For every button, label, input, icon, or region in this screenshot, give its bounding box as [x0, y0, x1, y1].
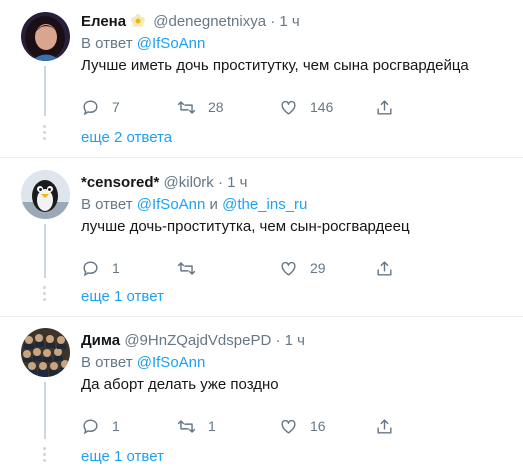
- reply-count: 1: [112, 260, 120, 276]
- reply-icon: [83, 99, 98, 115]
- display-name[interactable]: *censored*: [81, 174, 159, 191]
- separator-dot: ·: [275, 332, 281, 349]
- like-count: 29: [310, 260, 326, 276]
- tweet-card[interactable]: Елена @denegnetnixya · 1 ч В ответ @IfSo…: [0, 0, 523, 157]
- reply-prefix: В ответ: [81, 196, 133, 213]
- like-icon: [281, 419, 296, 434]
- thread-dots: [43, 125, 47, 143]
- like-button[interactable]: 16: [279, 416, 326, 436]
- reply-icon: [83, 418, 98, 434]
- reply-button[interactable]: 1: [81, 258, 120, 278]
- like-button[interactable]: 29: [279, 258, 326, 278]
- user-handle[interactable]: @9HnZQajdVdspePD: [124, 332, 271, 349]
- show-more-replies-link[interactable]: еще 1 ответ: [81, 288, 164, 305]
- display-name[interactable]: Елена: [81, 13, 126, 30]
- thread-dots: [43, 447, 47, 465]
- retweet-button[interactable]: 28: [177, 97, 224, 117]
- tweet-text: лучше дочь-проститутка, чем сын-росгвард…: [81, 218, 410, 235]
- reply-context: В ответ @IfSoAnn: [81, 353, 205, 373]
- reply-conjunction: и: [209, 196, 218, 213]
- thread-line: [44, 382, 46, 439]
- like-count: 146: [310, 99, 334, 115]
- reply-context: В ответ @IfSoAnn и @the_ins_ru: [81, 195, 307, 215]
- timestamp[interactable]: 1 ч: [285, 332, 305, 349]
- mention-link[interactable]: @the_ins_ru: [222, 196, 307, 213]
- avatar[interactable]: [21, 328, 70, 377]
- flower-emoji-icon: [131, 14, 146, 27]
- user-handle[interactable]: @kil0rk: [164, 174, 214, 191]
- mention-link[interactable]: @IfSoAnn: [137, 196, 206, 213]
- retweet-count: 1: [208, 418, 216, 434]
- tweet-card[interactable]: *censored* @kil0rk · 1 ч В ответ @IfSoAn…: [0, 158, 523, 316]
- retweet-icon: [177, 419, 196, 433]
- share-icon: [377, 99, 392, 115]
- tweet-header: *censored* @kil0rk · 1 ч: [81, 173, 247, 193]
- tweet-card[interactable]: Дима @9HnZQajdVdspePD · 1 ч В ответ @IfS…: [0, 317, 523, 476]
- retweet-button[interactable]: 1: [177, 416, 216, 436]
- share-icon: [377, 418, 392, 434]
- share-button[interactable]: [375, 97, 406, 117]
- reply-prefix: В ответ: [81, 35, 133, 52]
- tweet-text: Да аборт делать уже поздно: [81, 376, 279, 393]
- retweet-count: 28: [208, 99, 224, 115]
- show-more-replies-link[interactable]: еще 1 ответ: [81, 448, 164, 465]
- separator-dot: ·: [270, 13, 276, 30]
- timestamp[interactable]: 1 ч: [227, 174, 247, 191]
- thread-line: [44, 66, 46, 116]
- tweet-header: Дима @9HnZQajdVdspePD · 1 ч: [81, 331, 305, 351]
- separator-dot: ·: [217, 174, 223, 191]
- tweet-header: Елена @denegnetnixya · 1 ч: [81, 12, 300, 32]
- avatar[interactable]: [21, 170, 70, 219]
- show-more-replies-link[interactable]: еще 2 ответа: [81, 129, 172, 146]
- share-button[interactable]: [375, 258, 406, 278]
- reply-context: В ответ @IfSoAnn: [81, 34, 205, 54]
- tweet-text: Лучше иметь дочь проститутку, чем сына р…: [81, 57, 469, 74]
- like-icon: [281, 100, 296, 115]
- reply-button[interactable]: 7: [81, 97, 120, 117]
- reply-count: 1: [112, 418, 120, 434]
- thread-dots: [43, 286, 47, 304]
- retweet-icon: [177, 100, 196, 114]
- avatar[interactable]: [21, 12, 70, 61]
- thread-line: [44, 224, 46, 278]
- reply-prefix: В ответ: [81, 354, 133, 371]
- reply-count: 7: [112, 99, 120, 115]
- reply-button[interactable]: 1: [81, 416, 120, 436]
- timestamp[interactable]: 1 ч: [279, 13, 299, 30]
- mention-link[interactable]: @IfSoAnn: [137, 35, 206, 52]
- mention-link[interactable]: @IfSoAnn: [137, 354, 206, 371]
- like-icon: [281, 261, 296, 276]
- retweet-button[interactable]: [177, 258, 208, 278]
- display-name[interactable]: Дима: [81, 332, 120, 349]
- retweet-icon: [177, 261, 196, 275]
- like-button[interactable]: 146: [279, 97, 333, 117]
- share-button[interactable]: [375, 416, 406, 436]
- share-icon: [377, 260, 392, 276]
- reply-icon: [83, 260, 98, 276]
- like-count: 16: [310, 418, 326, 434]
- user-handle[interactable]: @denegnetnixya: [153, 13, 266, 30]
